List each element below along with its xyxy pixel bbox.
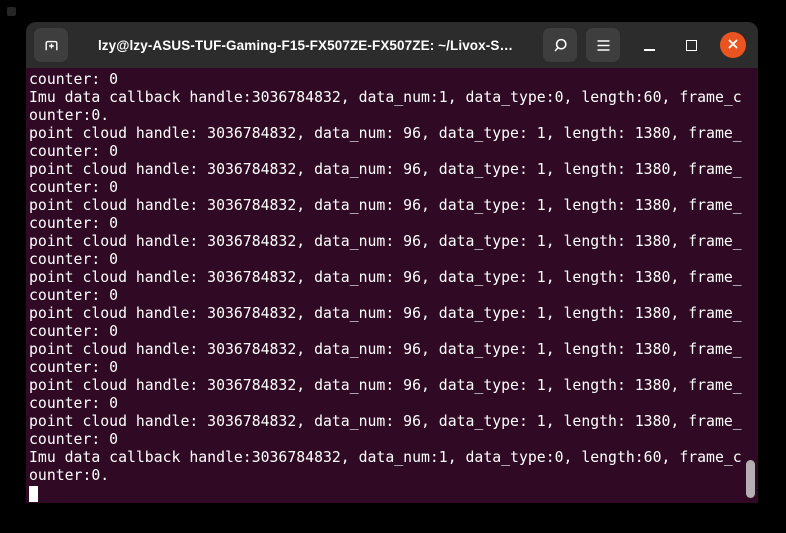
desktop-background: lzy@lzy-ASUS-TUF-Gaming-F15-FX507ZE-FX50… xyxy=(0,0,786,533)
terminal-window: lzy@lzy-ASUS-TUF-Gaming-F15-FX507ZE-FX50… xyxy=(26,22,758,503)
scrollbar-thumb[interactable] xyxy=(746,460,755,498)
terminal-line: point cloud handle: 3036784832, data_num… xyxy=(29,341,742,358)
terminal-line: counter: 0 xyxy=(29,395,119,412)
menu-button[interactable] xyxy=(586,28,620,62)
terminal-line: point cloud handle: 3036784832, data_num… xyxy=(29,233,742,250)
terminal-line: point cloud handle: 3036784832, data_num… xyxy=(29,161,742,178)
new-tab-button[interactable] xyxy=(34,28,68,62)
maximize-button[interactable] xyxy=(678,32,704,58)
terminal-line: point cloud handle: 3036784832, data_num… xyxy=(29,125,742,142)
maximize-icon xyxy=(685,39,697,51)
terminal-prompt-line xyxy=(29,485,758,503)
terminal-line: counter: 0 xyxy=(29,251,119,268)
terminal-line: counter: 0 xyxy=(29,431,119,448)
terminal-line: point cloud handle: 3036784832, data_num… xyxy=(29,269,742,286)
titlebar[interactable]: lzy@lzy-ASUS-TUF-Gaming-F15-FX507ZE-FX50… xyxy=(26,22,758,68)
menu-icon xyxy=(596,39,611,52)
terminal-cursor xyxy=(29,486,38,502)
terminal-line: point cloud handle: 3036784832, data_num… xyxy=(29,305,742,322)
terminal-line: counter: 0 xyxy=(29,143,119,160)
terminal-line: ounter:0. xyxy=(29,107,110,124)
terminal-line: counter: 0 xyxy=(29,215,119,232)
terminal-line: point cloud handle: 3036784832, data_num… xyxy=(29,197,742,214)
terminal-line: counter: 0 xyxy=(29,287,119,304)
headerbar-actions xyxy=(543,28,620,62)
terminal-line: counter: 0 xyxy=(29,323,119,340)
terminal-line: point cloud handle: 3036784832, data_num… xyxy=(29,413,742,430)
search-button[interactable] xyxy=(543,28,577,62)
terminal-line: ounter:0. xyxy=(29,467,110,484)
terminal-line: Imu data callback handle:3036784832, dat… xyxy=(29,449,742,466)
terminal-line: Imu data callback handle:3036784832, dat… xyxy=(29,89,742,106)
search-icon xyxy=(552,37,569,54)
terminal-lines: counter: 0 Imu data callback handle:30367… xyxy=(29,71,758,485)
screen-corner-artifact xyxy=(7,7,16,16)
minimize-icon xyxy=(643,49,655,51)
terminal-line: counter: 0 xyxy=(29,359,119,376)
minimize-button[interactable] xyxy=(636,32,662,58)
close-button[interactable] xyxy=(720,32,746,58)
terminal-line: counter: 0 xyxy=(29,179,119,196)
close-icon xyxy=(727,38,739,53)
terminal-line: point cloud handle: 3036784832, data_num… xyxy=(29,377,742,394)
terminal-line: counter: 0 xyxy=(29,71,119,88)
window-title: lzy@lzy-ASUS-TUF-Gaming-F15-FX507ZE-FX50… xyxy=(97,37,514,53)
new-tab-icon xyxy=(43,37,60,54)
terminal-output[interactable]: counter: 0 Imu data callback handle:30367… xyxy=(26,68,758,503)
